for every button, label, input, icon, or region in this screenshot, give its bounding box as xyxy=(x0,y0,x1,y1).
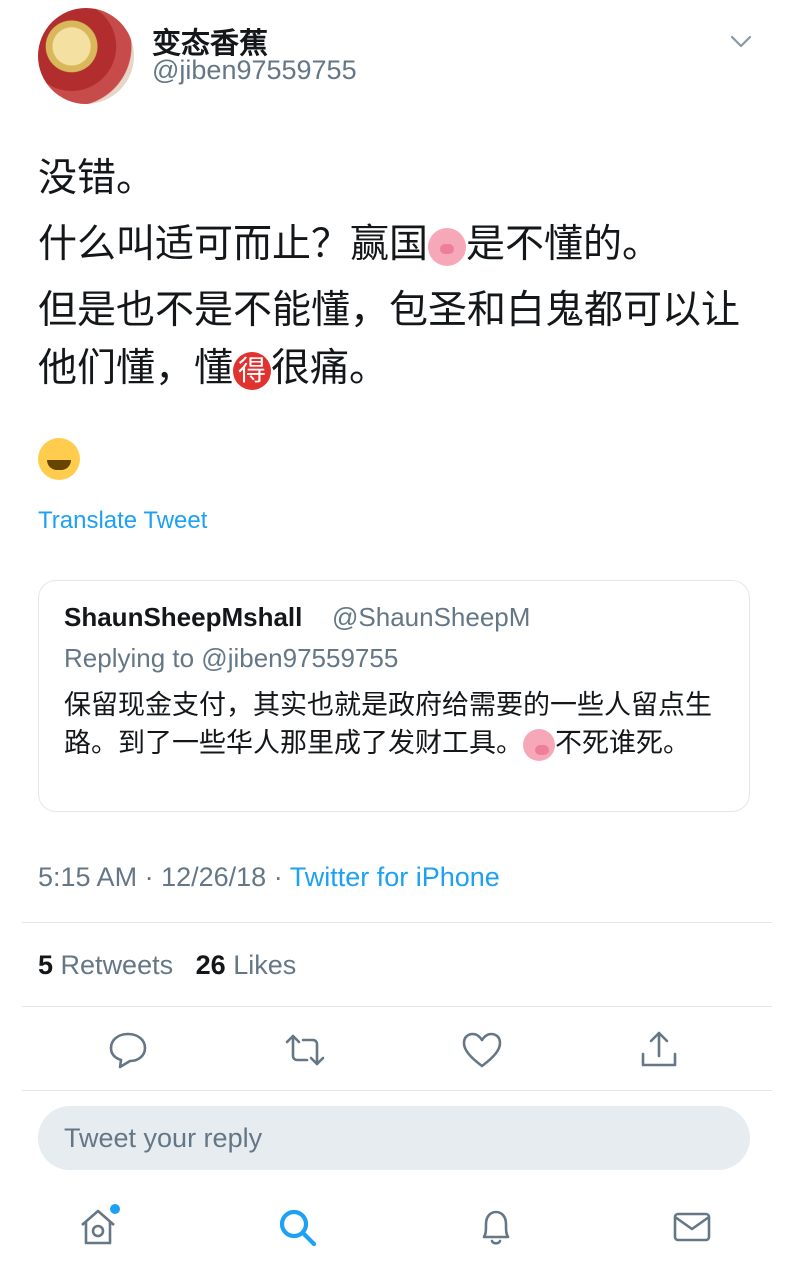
quoted-tweet-handle: @ShaunSheepM xyxy=(332,602,531,632)
divider xyxy=(22,922,772,923)
translate-tweet-link[interactable]: Translate Tweet xyxy=(38,507,207,535)
tweet-timestamp: 5:15 AM · 12/26/18 · Twitter for iPhone xyxy=(38,862,500,892)
reply-icon[interactable] xyxy=(106,1028,150,1072)
pig-face-emoji xyxy=(523,728,555,761)
quoted-tweet-replying-to: Replying to @jiben97559755 xyxy=(64,643,399,673)
retweet-icon[interactable] xyxy=(283,1028,327,1072)
chevron-down-icon[interactable] xyxy=(728,30,754,52)
quoted-tweet-name: ShaunSheepMshall xyxy=(64,602,303,632)
divider xyxy=(22,1090,772,1091)
divider xyxy=(22,1006,772,1007)
quoted-tweet-text: 保留现金支付，其实也就是政府给需要的一些人留点生路。到了一些华人那里成了发财工具… xyxy=(64,686,734,762)
reply-input[interactable]: Tweet your reply xyxy=(38,1106,750,1170)
tweet-paragraph: 什么叫适可而止？赢国 是不懂的。 xyxy=(38,223,662,266)
avatar[interactable] xyxy=(38,8,134,104)
like-icon[interactable] xyxy=(460,1028,504,1072)
advantage-emoji: 得 xyxy=(233,351,272,390)
tears-of-joy-emoji xyxy=(38,438,80,480)
search-icon[interactable] xyxy=(275,1205,319,1249)
pig-face-emoji xyxy=(428,227,467,266)
tweet-text: 没错。 什么叫适可而止？赢国 是不懂的。 但是也不是不能懂，包圣和白鬼都可以让他们… xyxy=(38,150,758,406)
tweet-source-link[interactable]: Twitter for iPhone xyxy=(290,862,500,892)
notifications-icon[interactable] xyxy=(474,1205,518,1249)
home-notification-dot xyxy=(110,1204,120,1214)
messages-icon[interactable] xyxy=(670,1205,714,1249)
tweet-stats: 5 Retweets 26 Likes xyxy=(38,950,296,981)
tweet-paragraph: 但是也不是不能懂，包圣和白鬼都可以让他们懂，懂得很痛。 xyxy=(38,289,741,390)
retweets-stat[interactable]: 5 Retweets xyxy=(38,950,173,980)
likes-stat[interactable]: 26 Likes xyxy=(196,950,297,980)
share-icon[interactable] xyxy=(637,1028,681,1072)
tweet-paragraph: 没错。 xyxy=(38,157,156,200)
author-handle[interactable]: @jiben97559755 xyxy=(152,55,357,86)
